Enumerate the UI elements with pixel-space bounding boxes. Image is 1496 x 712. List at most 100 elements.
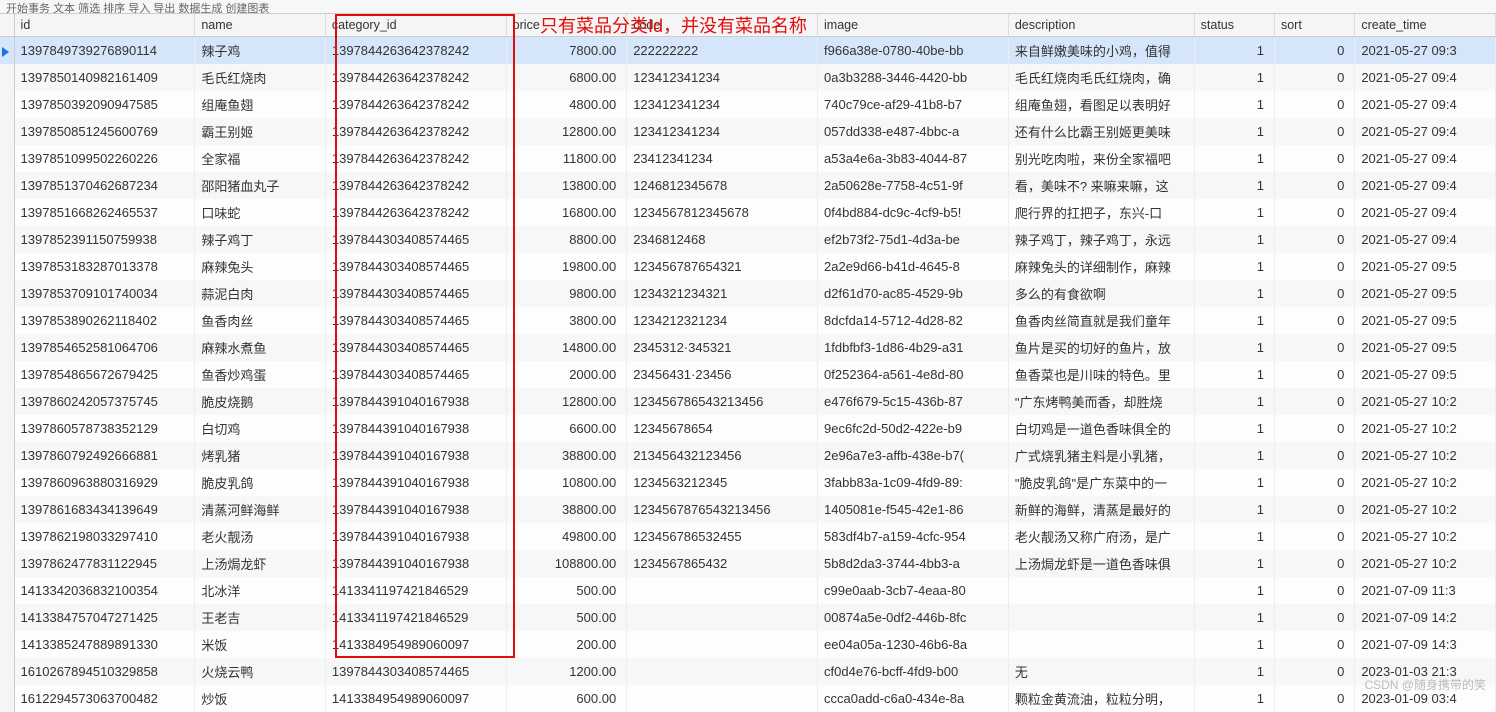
cell-code[interactable]: 1234567876543213456: [627, 496, 818, 523]
cell-category-id[interactable]: 1397844391040167938: [325, 415, 506, 442]
cell-price[interactable]: 14800.00: [506, 334, 627, 361]
cell-create-time[interactable]: 2021-05-27 10:2: [1355, 442, 1496, 469]
cell-id[interactable]: 1397860578738352129: [14, 415, 195, 442]
cell-name[interactable]: 北冰洋: [195, 577, 326, 604]
cell-status[interactable]: 1: [1194, 388, 1274, 415]
cell-id[interactable]: 1397860963880316929: [14, 469, 195, 496]
table-row[interactable]: 1397852391150759938辣子鸡丁13978443034085744…: [0, 226, 1496, 253]
cell-description[interactable]: 组庵鱼翅，看图足以表明好: [1008, 91, 1194, 118]
cell-code[interactable]: 1234212321234: [627, 307, 818, 334]
cell-sort[interactable]: 0: [1274, 118, 1354, 145]
cell-description[interactable]: 还有什么比霸王别姬更美味: [1008, 118, 1194, 145]
cell-id[interactable]: 1397853709101740034: [14, 280, 195, 307]
table-row[interactable]: 1397850851245600769霸王别姬13978442636423782…: [0, 118, 1496, 145]
cell-name[interactable]: 毛氏红烧肉: [195, 64, 326, 91]
cell-name[interactable]: 米饭: [195, 631, 326, 658]
cell-price[interactable]: 4800.00: [506, 91, 627, 118]
cell-id[interactable]: 1397861683434139649: [14, 496, 195, 523]
cell-category-id[interactable]: 1397844303408574465: [325, 361, 506, 388]
cell-status[interactable]: 1: [1194, 253, 1274, 280]
cell-status[interactable]: 1: [1194, 604, 1274, 631]
cell-category-id[interactable]: 1397844303408574465: [325, 658, 506, 685]
cell-name[interactable]: 霸王别姬: [195, 118, 326, 145]
cell-create-time[interactable]: 2021-05-27 10:2: [1355, 550, 1496, 577]
cell-price[interactable]: 13800.00: [506, 172, 627, 199]
cell-code[interactable]: [627, 604, 818, 631]
cell-create-time[interactable]: 2021-05-27 09:4: [1355, 199, 1496, 226]
cell-id[interactable]: 1397853890262118402: [14, 307, 195, 334]
cell-code[interactable]: 123456787654321: [627, 253, 818, 280]
cell-image[interactable]: f966a38e-0780-40be-bb: [818, 37, 1009, 65]
cell-name[interactable]: 辣子鸡: [195, 37, 326, 65]
cell-id[interactable]: 1397850140982161409: [14, 64, 195, 91]
cell-image[interactable]: e476f679-5c15-436b-87: [818, 388, 1009, 415]
data-grid[interactable]: id name category_id price code image des…: [0, 14, 1496, 712]
cell-name[interactable]: 麻辣兔头: [195, 253, 326, 280]
cell-code[interactable]: 1246812345678: [627, 172, 818, 199]
cell-create-time[interactable]: 2021-07-09 11:3: [1355, 577, 1496, 604]
cell-create-time[interactable]: 2021-05-27 09:4: [1355, 172, 1496, 199]
cell-create-time[interactable]: 2021-05-27 10:2: [1355, 388, 1496, 415]
cell-code[interactable]: 213456432123456: [627, 442, 818, 469]
table-row[interactable]: 1397851668262465537口味蛇139784426364237824…: [0, 199, 1496, 226]
cell-name[interactable]: 清蒸河鲜海鲜: [195, 496, 326, 523]
cell-code[interactable]: 123456786532455: [627, 523, 818, 550]
cell-description[interactable]: 鱼香菜也是川味的特色。里: [1008, 361, 1194, 388]
cell-sort[interactable]: 0: [1274, 37, 1354, 65]
cell-id[interactable]: 1397854652581064706: [14, 334, 195, 361]
col-description[interactable]: description: [1008, 14, 1194, 37]
cell-sort[interactable]: 0: [1274, 577, 1354, 604]
cell-sort[interactable]: 0: [1274, 334, 1354, 361]
cell-id[interactable]: 1413384757047271425: [14, 604, 195, 631]
cell-status[interactable]: 1: [1194, 577, 1274, 604]
cell-category-id[interactable]: 1397844263642378242: [325, 91, 506, 118]
cell-code[interactable]: 123412341234: [627, 118, 818, 145]
cell-price[interactable]: 500.00: [506, 577, 627, 604]
cell-create-time[interactable]: 2021-05-27 09:3: [1355, 37, 1496, 65]
cell-sort[interactable]: 0: [1274, 604, 1354, 631]
cell-id[interactable]: 1610267894510329858: [14, 658, 195, 685]
cell-price[interactable]: 3800.00: [506, 307, 627, 334]
cell-name[interactable]: 组庵鱼翅: [195, 91, 326, 118]
cell-price[interactable]: 7800.00: [506, 37, 627, 65]
cell-sort[interactable]: 0: [1274, 361, 1354, 388]
cell-status[interactable]: 1: [1194, 496, 1274, 523]
table-row[interactable]: 1397860963880316929脆皮乳鸽13978443910401679…: [0, 469, 1496, 496]
cell-code[interactable]: 1234567865432: [627, 550, 818, 577]
col-id[interactable]: id: [14, 14, 195, 37]
cell-status[interactable]: 1: [1194, 172, 1274, 199]
cell-description[interactable]: 毛氏红烧肉毛氏红烧肉，确: [1008, 64, 1194, 91]
col-create-time[interactable]: create_time: [1355, 14, 1496, 37]
cell-category-id[interactable]: 1397844263642378242: [325, 172, 506, 199]
cell-sort[interactable]: 0: [1274, 523, 1354, 550]
cell-category-id[interactable]: 1397844303408574465: [325, 307, 506, 334]
cell-id[interactable]: 1413342036832100354: [14, 577, 195, 604]
table-row[interactable]: 1397853890262118402鱼香肉丝13978443034085744…: [0, 307, 1496, 334]
cell-id[interactable]: 1397850392090947585: [14, 91, 195, 118]
cell-status[interactable]: 1: [1194, 415, 1274, 442]
cell-category-id[interactable]: 1397844263642378242: [325, 37, 506, 65]
cell-status[interactable]: 1: [1194, 64, 1274, 91]
cell-status[interactable]: 1: [1194, 361, 1274, 388]
cell-name[interactable]: 火烧云鸭: [195, 658, 326, 685]
cell-sort[interactable]: 0: [1274, 91, 1354, 118]
cell-sort[interactable]: 0: [1274, 496, 1354, 523]
cell-name[interactable]: 蒜泥白肉: [195, 280, 326, 307]
cell-name[interactable]: 上汤焗龙虾: [195, 550, 326, 577]
cell-category-id[interactable]: 1397844303408574465: [325, 280, 506, 307]
table-row[interactable]: 1397861683434139649清蒸河鲜海鲜139784439104016…: [0, 496, 1496, 523]
cell-price[interactable]: 10800.00: [506, 469, 627, 496]
table-row[interactable]: 1397850392090947585组庵鱼翅13978442636423782…: [0, 91, 1496, 118]
cell-create-time[interactable]: 2021-07-09 14:2: [1355, 604, 1496, 631]
table-row[interactable]: 1397853709101740034蒜泥白肉13978443034085744…: [0, 280, 1496, 307]
col-name[interactable]: name: [195, 14, 326, 37]
cell-id[interactable]: 1397862198033297410: [14, 523, 195, 550]
cell-name[interactable]: 王老吉: [195, 604, 326, 631]
cell-description[interactable]: 别光吃肉啦，来份全家福吧: [1008, 145, 1194, 172]
cell-status[interactable]: 1: [1194, 442, 1274, 469]
cell-price[interactable]: 8800.00: [506, 226, 627, 253]
cell-name[interactable]: 鱼香肉丝: [195, 307, 326, 334]
cell-code[interactable]: 1234567812345678: [627, 199, 818, 226]
cell-create-time[interactable]: 2021-05-27 09:4: [1355, 226, 1496, 253]
cell-sort[interactable]: 0: [1274, 631, 1354, 658]
